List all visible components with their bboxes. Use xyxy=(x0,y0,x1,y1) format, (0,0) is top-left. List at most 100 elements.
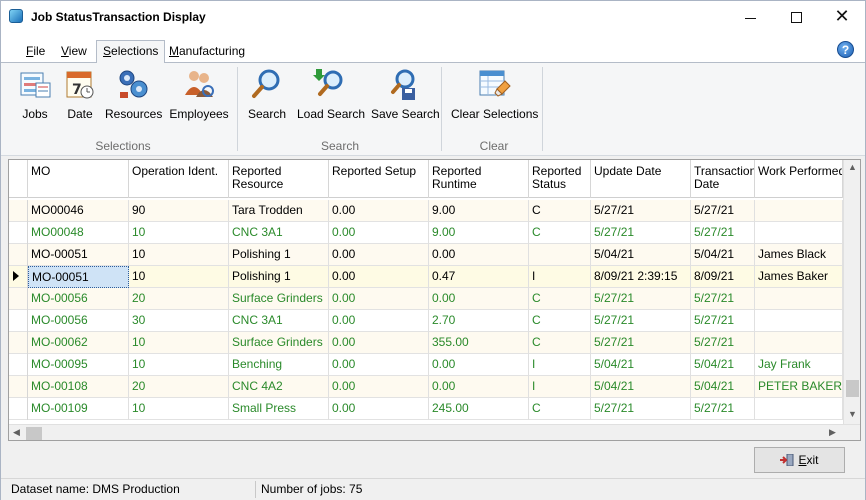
cell-reported-runtime[interactable]: 9.00 xyxy=(429,222,529,244)
cell-reported-setup[interactable]: 0.00 xyxy=(329,354,429,376)
cell-reported-runtime[interactable]: 355.00 xyxy=(429,332,529,354)
cell-update-date[interactable]: 5/04/21 xyxy=(591,244,691,266)
cell-mo[interactable]: MO-00095 xyxy=(28,354,129,376)
clear-selections-button[interactable]: Clear Selections xyxy=(451,67,538,127)
minimize-button[interactable] xyxy=(727,1,773,33)
cell-reported-runtime[interactable]: 2.70 xyxy=(429,310,529,332)
employees-button[interactable]: Employees xyxy=(169,67,229,127)
cell-reported-runtime[interactable]: 0.00 xyxy=(429,354,529,376)
cell-transaction-date[interactable]: 5/27/21 xyxy=(691,288,755,310)
date-button[interactable]: 7 Date xyxy=(63,67,97,127)
cell-operation-ident[interactable]: 20 xyxy=(129,288,229,310)
cell-operation-ident[interactable]: 10 xyxy=(129,332,229,354)
cell-reported-status[interactable]: C xyxy=(529,222,591,244)
column-header-update-date[interactable]: Update Date xyxy=(591,160,691,198)
vertical-scrollbar[interactable]: ▲ ▼ xyxy=(843,160,860,424)
scroll-right-icon[interactable]: ▶ xyxy=(829,427,836,438)
row-indicator[interactable] xyxy=(9,288,28,310)
cell-update-date[interactable]: 5/04/21 xyxy=(591,354,691,376)
maximize-button[interactable] xyxy=(773,1,819,33)
cell-reported-setup[interactable]: 0.00 xyxy=(329,288,429,310)
cell-transaction-date[interactable]: 5/27/21 xyxy=(691,200,755,222)
cell-reported-status[interactable]: I xyxy=(529,266,591,288)
table-row[interactable]: MO-00095 10 Benching 0.00 0.00 I 5/04/21 5/04/2… xyxy=(9,354,843,376)
row-indicator[interactable] xyxy=(9,398,28,420)
cell-reported-runtime[interactable]: 0.00 xyxy=(429,376,529,398)
cell-transaction-date[interactable]: 5/27/21 xyxy=(691,222,755,244)
cell-update-date[interactable]: 5/27/21 xyxy=(591,222,691,244)
cell-mo[interactable]: MO-00108 xyxy=(28,376,129,398)
column-header-reported-status[interactable]: Reported Status xyxy=(529,160,591,198)
cell-operation-ident[interactable]: 10 xyxy=(129,398,229,420)
vertical-scroll-thumb[interactable] xyxy=(846,380,859,397)
load-search-button[interactable]: Load Search xyxy=(297,67,365,127)
cell-reported-resource[interactable]: Surface Grinders xyxy=(229,332,329,354)
cell-reported-status[interactable]: C xyxy=(529,288,591,310)
cell-update-date[interactable]: 5/27/21 xyxy=(591,398,691,420)
cell-reported-resource[interactable]: Polishing 1 xyxy=(229,266,329,288)
cell-reported-runtime[interactable]: 0.00 xyxy=(429,244,529,266)
cell-reported-resource[interactable]: CNC 3A1 xyxy=(229,222,329,244)
cell-reported-status[interactable]: I xyxy=(529,376,591,398)
row-indicator[interactable] xyxy=(9,354,28,376)
cell-mo[interactable]: MO00046 xyxy=(28,200,129,222)
column-header-work-performed-by[interactable]: Work Performed B xyxy=(755,160,843,198)
cell-reported-status[interactable]: C xyxy=(529,398,591,420)
cell-update-date[interactable]: 5/27/21 xyxy=(591,332,691,354)
cell-transaction-date[interactable]: 5/04/21 xyxy=(691,376,755,398)
cell-operation-ident[interactable]: 10 xyxy=(129,354,229,376)
cell-operation-ident[interactable]: 10 xyxy=(129,222,229,244)
cell-mo[interactable]: MO-00051 xyxy=(28,244,129,266)
cell-update-date[interactable]: 5/27/21 xyxy=(591,200,691,222)
close-button[interactable]: ✕ xyxy=(819,1,865,33)
cell-transaction-date[interactable]: 5/04/21 xyxy=(691,354,755,376)
cell-reported-setup[interactable]: 0.00 xyxy=(329,376,429,398)
cell-transaction-date[interactable]: 5/27/21 xyxy=(691,398,755,420)
cell-mo[interactable]: MO-00062 xyxy=(28,332,129,354)
cell-reported-setup[interactable]: 0.00 xyxy=(329,398,429,420)
cell-mo[interactable]: MO-00109 xyxy=(28,398,129,420)
cell-work-performed-by[interactable] xyxy=(755,288,843,310)
cell-operation-ident[interactable]: 10 xyxy=(129,244,229,266)
cell-operation-ident[interactable]: 20 xyxy=(129,376,229,398)
exit-button[interactable]: Exit xyxy=(754,447,845,473)
horizontal-scroll-thumb[interactable] xyxy=(26,427,42,440)
cell-reported-resource[interactable]: Polishing 1 xyxy=(229,244,329,266)
cell-update-date[interactable]: 8/09/21 2:39:15 xyxy=(591,266,691,288)
column-header-operation-ident[interactable]: Operation Ident. xyxy=(129,160,229,198)
cell-reported-status[interactable]: C xyxy=(529,310,591,332)
help-icon[interactable]: ? xyxy=(837,41,854,58)
cell-mo[interactable]: MO-00056 xyxy=(28,288,129,310)
cell-transaction-date[interactable]: 5/04/21 xyxy=(691,244,755,266)
cell-mo[interactable]: MO00048 xyxy=(28,222,129,244)
cell-reported-status[interactable]: C xyxy=(529,332,591,354)
column-header-reported-resource[interactable]: Reported Resource xyxy=(229,160,329,198)
cell-work-performed-by[interactable]: Jay Frank xyxy=(755,354,843,376)
scroll-left-icon[interactable]: ◀ xyxy=(13,427,20,438)
cell-reported-status[interactable] xyxy=(529,244,591,266)
cell-work-performed-by[interactable] xyxy=(755,310,843,332)
cell-reported-setup[interactable]: 0.00 xyxy=(329,200,429,222)
cell-reported-resource[interactable]: CNC 4A2 xyxy=(229,376,329,398)
cell-reported-setup[interactable]: 0.00 xyxy=(329,310,429,332)
column-header-reported-setup[interactable]: Reported Setup xyxy=(329,160,429,198)
table-row[interactable]: MO-00108 20 CNC 4A2 0.00 0.00 I 5/04/21 5/04/21… xyxy=(9,376,843,398)
cell-reported-status[interactable]: C xyxy=(529,200,591,222)
table-row[interactable]: MO-00051 10 Polishing 1 0.00 0.00 5/04/21 5/04… xyxy=(9,244,843,266)
scroll-up-icon[interactable]: ▲ xyxy=(848,162,857,172)
row-indicator[interactable] xyxy=(9,200,28,222)
table-row[interactable]: MO-00056 30 CNC 3A1 0.00 2.70 C 5/27/21 5/27/21 xyxy=(9,310,843,332)
column-header-mo[interactable]: MO xyxy=(28,160,129,198)
title-bar[interactable]: Job StatusTransaction Display ✕ xyxy=(1,1,865,33)
table-row[interactable]: MO-00062 10 Surface Grinders 0.00 355.00 C 5/2… xyxy=(9,332,843,354)
table-row[interactable]: MO-00109 10 Small Press 0.00 245.00 C 5/27/21 5… xyxy=(9,398,843,420)
cell-reported-resource[interactable]: Benching xyxy=(229,354,329,376)
row-indicator[interactable] xyxy=(9,310,28,332)
cell-transaction-date[interactable]: 5/27/21 xyxy=(691,332,755,354)
cell-work-performed-by[interactable]: James Baker xyxy=(755,266,843,288)
table-row[interactable]: MO00046 90 Tara Trodden 0.00 9.00 C 5/27/21 5/2… xyxy=(9,200,843,222)
cell-update-date[interactable]: 5/04/21 xyxy=(591,376,691,398)
cell-reported-setup[interactable]: 0.00 xyxy=(329,332,429,354)
jobs-button[interactable]: Jobs xyxy=(11,67,59,127)
row-indicator[interactable] xyxy=(9,376,28,398)
